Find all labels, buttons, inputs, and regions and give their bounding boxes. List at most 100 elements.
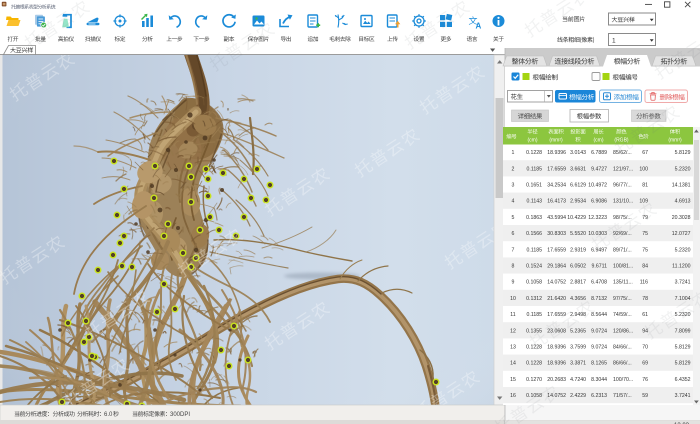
svg-text:70: 70 bbox=[642, 345, 648, 351]
svg-text:8.5644: 8.5644 bbox=[591, 312, 607, 318]
svg-text:8.3044: 8.3044 bbox=[591, 377, 607, 383]
svg-text:1: 1 bbox=[612, 37, 616, 44]
svg-text:3.3871: 3.3871 bbox=[570, 361, 586, 367]
svg-text:0.1863: 0.1863 bbox=[526, 215, 542, 221]
svg-text:2: 2 bbox=[512, 166, 515, 172]
svg-text:116: 116 bbox=[640, 280, 648, 286]
svg-text:0.1185: 0.1185 bbox=[527, 247, 543, 253]
svg-text:18.9396: 18.9396 bbox=[547, 150, 566, 156]
svg-text:10.4972: 10.4972 bbox=[588, 183, 607, 189]
svg-text:4.7240: 4.7240 bbox=[570, 377, 586, 383]
svg-text:0.1566: 0.1566 bbox=[526, 231, 542, 237]
svg-text:17.6559: 17.6559 bbox=[547, 166, 566, 172]
svg-text:6: 6 bbox=[512, 231, 515, 237]
svg-text:6.0: 6.0 bbox=[104, 412, 113, 418]
svg-text:11: 11 bbox=[510, 312, 515, 318]
svg-text:0.1228: 0.1228 bbox=[526, 150, 542, 156]
svg-text:10: 10 bbox=[510, 296, 516, 302]
svg-text:100: 100 bbox=[639, 166, 648, 172]
svg-text:0.1185: 0.1185 bbox=[527, 166, 543, 172]
svg-text:5.2365: 5.2365 bbox=[570, 328, 586, 334]
svg-text:9: 9 bbox=[512, 280, 515, 286]
svg-text:67: 67 bbox=[642, 150, 648, 156]
svg-text:7.1004: 7.1004 bbox=[675, 296, 691, 302]
svg-text:8.1265: 8.1265 bbox=[591, 361, 607, 367]
svg-text:0.1228: 0.1228 bbox=[526, 345, 542, 351]
svg-text:75: 75 bbox=[642, 247, 648, 253]
svg-text:74/59/...: 74/59/... bbox=[613, 312, 632, 318]
svg-text:4.6913: 4.6913 bbox=[675, 199, 691, 205]
svg-text:0.1143: 0.1143 bbox=[527, 199, 543, 205]
svg-text:0.1058: 0.1058 bbox=[526, 280, 542, 286]
svg-text:14.1381: 14.1381 bbox=[672, 183, 691, 189]
svg-text:21.6420: 21.6420 bbox=[547, 296, 566, 302]
svg-text:61: 61 bbox=[642, 312, 648, 318]
svg-text:84: 84 bbox=[642, 264, 648, 270]
svg-text:20.2683: 20.2683 bbox=[547, 377, 566, 383]
svg-text:16.4173: 16.4173 bbox=[547, 199, 566, 205]
svg-text:81: 81 bbox=[642, 183, 648, 189]
svg-text:12: 12 bbox=[510, 328, 516, 334]
svg-text:20.3028: 20.3028 bbox=[672, 215, 691, 221]
svg-text:89/71/...: 89/71/... bbox=[613, 247, 632, 253]
svg-text:2.9534: 2.9534 bbox=[570, 199, 586, 205]
svg-text:12.0727: 12.0727 bbox=[672, 231, 691, 237]
svg-text:3.7241: 3.7241 bbox=[675, 393, 691, 399]
svg-text:11.1200: 11.1200 bbox=[672, 264, 690, 270]
svg-text:15: 15 bbox=[510, 377, 516, 383]
svg-text:6.6129: 6.6129 bbox=[570, 183, 586, 189]
svg-text:1: 1 bbox=[512, 150, 515, 156]
svg-text:121/97...: 121/97... bbox=[613, 166, 633, 172]
svg-text:6.7889: 6.7889 bbox=[591, 150, 607, 156]
svg-text:43.5994: 43.5994 bbox=[547, 215, 566, 221]
svg-text:18.9396: 18.9396 bbox=[547, 345, 566, 351]
svg-text:10.4229: 10.4229 bbox=[567, 215, 586, 221]
svg-text:120/86...: 120/86... bbox=[613, 328, 633, 334]
svg-text:96/77/...: 96/77/... bbox=[613, 183, 632, 189]
svg-text:29.1864: 29.1864 bbox=[547, 264, 566, 270]
svg-text:100/81...: 100/81... bbox=[613, 264, 633, 270]
svg-text:9.0724: 9.0724 bbox=[591, 345, 607, 351]
svg-text:4: 4 bbox=[512, 199, 515, 205]
svg-text:(cm): (cm) bbox=[594, 138, 604, 144]
svg-text:9.0724: 9.0724 bbox=[591, 328, 607, 334]
svg-text:6.2313: 6.2313 bbox=[591, 393, 607, 399]
svg-text:5.8129: 5.8129 bbox=[675, 345, 691, 351]
svg-text:13: 13 bbox=[510, 345, 516, 351]
svg-text:12.3223: 12.3223 bbox=[588, 215, 607, 221]
svg-text:2.4229: 2.4229 bbox=[570, 393, 586, 399]
svg-text:6.0502: 6.0502 bbox=[570, 264, 586, 270]
svg-text:0.1185: 0.1185 bbox=[527, 312, 543, 318]
svg-text:9.6711: 9.6711 bbox=[592, 264, 608, 270]
svg-text:16: 16 bbox=[510, 393, 516, 399]
svg-text:2.8817: 2.8817 bbox=[570, 280, 586, 286]
svg-text:86/66/...: 86/66/... bbox=[613, 361, 632, 367]
svg-text:18.9396: 18.9396 bbox=[547, 361, 566, 367]
svg-text:78: 78 bbox=[642, 296, 648, 302]
svg-text:5.2320: 5.2320 bbox=[675, 166, 691, 172]
svg-text:7.8099: 7.8099 bbox=[675, 328, 691, 334]
svg-text:135/11...: 135/11... bbox=[613, 280, 633, 286]
svg-text:4.3656: 4.3656 bbox=[570, 296, 586, 302]
svg-text:59: 59 bbox=[642, 393, 648, 399]
svg-text:14: 14 bbox=[510, 361, 516, 367]
svg-text:7: 7 bbox=[512, 247, 515, 253]
svg-text:3.7599: 3.7599 bbox=[570, 345, 586, 351]
svg-text:109: 109 bbox=[639, 199, 648, 205]
svg-text:300DPI: 300DPI bbox=[170, 412, 190, 418]
svg-text:0.1651: 0.1651 bbox=[526, 183, 542, 189]
svg-text:9.4727: 9.4727 bbox=[591, 166, 607, 172]
svg-text:5.5520: 5.5520 bbox=[570, 231, 586, 237]
svg-text:0.1524: 0.1524 bbox=[526, 264, 542, 270]
svg-text:30.8303: 30.8303 bbox=[547, 231, 566, 237]
svg-text:6.4352: 6.4352 bbox=[675, 377, 691, 383]
svg-text:8.7132: 8.7132 bbox=[591, 296, 607, 302]
svg-text:0.1228: 0.1228 bbox=[526, 361, 542, 367]
svg-text:3: 3 bbox=[512, 183, 515, 189]
svg-text:0.1270: 0.1270 bbox=[526, 377, 542, 383]
svg-text:(cm): (cm) bbox=[528, 138, 538, 144]
svg-text:71/57/...: 71/57/... bbox=[613, 393, 632, 399]
svg-text:5: 5 bbox=[512, 215, 515, 221]
svg-text:0.1312: 0.1312 bbox=[526, 296, 542, 302]
svg-text:5.8129: 5.8129 bbox=[675, 150, 691, 156]
